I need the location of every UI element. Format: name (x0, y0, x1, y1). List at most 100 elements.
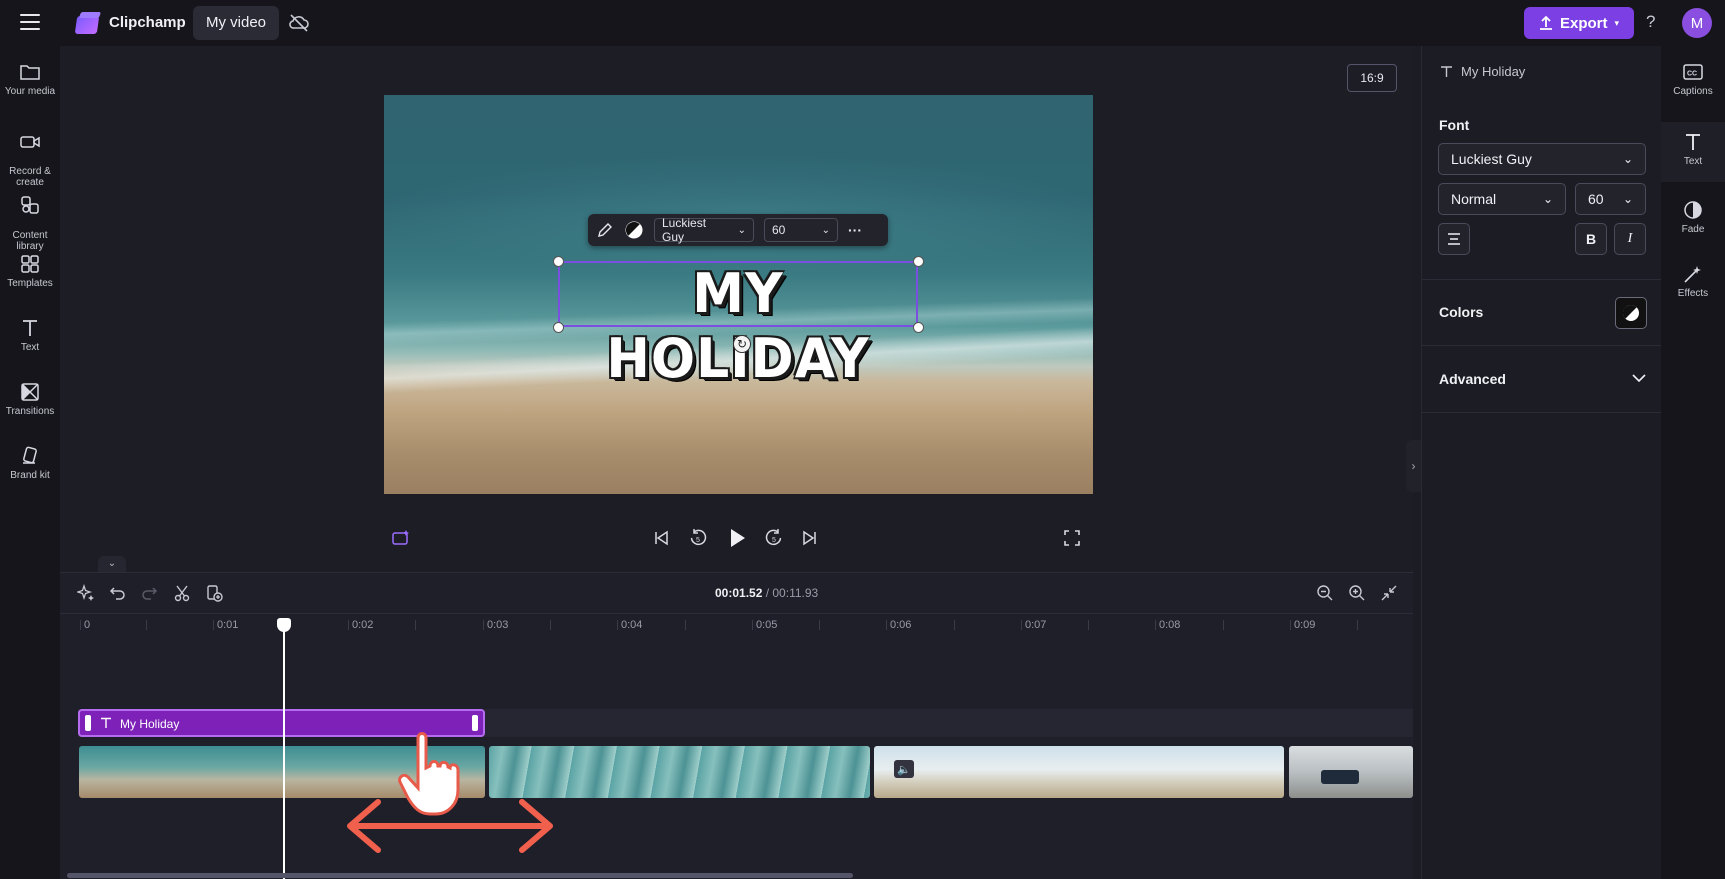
avatar[interactable]: M (1682, 8, 1712, 38)
font-family-select[interactable]: Luckiest Guy ⌄ (1438, 143, 1646, 175)
clipchamp-logo-icon (74, 12, 102, 34)
library-icon (21, 196, 39, 214)
ruler-tick (1155, 620, 1156, 630)
aspect-ratio-button[interactable]: 16:9 (1347, 64, 1397, 92)
chevron-down-icon: ▾ (1614, 17, 1620, 28)
resize-handle-top-right[interactable] (913, 256, 924, 267)
sidebar-item-templates[interactable]: Templates (0, 254, 60, 289)
tab-fade[interactable]: Fade (1661, 200, 1725, 250)
brand-icon (23, 446, 37, 464)
project-name-field[interactable]: My video (193, 6, 280, 40)
collapse-preview-button[interactable]: ⌄ (98, 556, 126, 572)
fit-timeline-icon[interactable] (1380, 584, 1398, 602)
timeline-scrollbar[interactable] (67, 873, 853, 878)
clipchamp-editor: Clipchamp My video Export ▾ ? M Your med… (0, 0, 1725, 879)
colors-section-label: Colors (1439, 304, 1484, 320)
section-divider (1422, 345, 1662, 346)
properties-panel: My Holiday Font Luckiest Guy ⌄ Normal ⌄ … (1421, 46, 1662, 879)
redo-icon[interactable] (140, 584, 158, 602)
font-style-select[interactable]: Normal ⌄ (1438, 183, 1566, 215)
ruler-tick (1021, 620, 1022, 630)
sidebar-item-label: Text (20, 342, 40, 353)
zoom-out-icon[interactable] (1316, 584, 1334, 602)
resize-handle-bottom-left[interactable] (553, 322, 564, 333)
video-clip-waves[interactable] (489, 746, 870, 798)
text-icon (101, 717, 111, 728)
ruler-tick (415, 620, 416, 630)
chevron-down-icon[interactable] (1632, 373, 1646, 383)
zoom-in-icon[interactable] (1348, 584, 1366, 602)
pencil-icon[interactable] (596, 221, 614, 239)
fullscreen-icon[interactable] (1063, 529, 1081, 547)
clip-trim-handle-right[interactable] (472, 715, 478, 731)
color-contrast-icon[interactable] (624, 220, 644, 240)
sidebar-item-record-create[interactable]: Record & create (0, 122, 60, 188)
magic-camera-icon[interactable] (391, 528, 411, 548)
help-icon[interactable]: ? (1646, 12, 1655, 32)
magic-sparkle-icon[interactable] (77, 584, 95, 602)
text-align-button[interactable] (1438, 223, 1470, 255)
clip-trim-handle-left[interactable] (85, 715, 91, 731)
font-size-select[interactable]: 60 ⌄ (1575, 183, 1646, 215)
time-ruler[interactable] (60, 613, 1413, 643)
collapse-right-panel-button[interactable]: › (1406, 440, 1421, 492)
menu-icon[interactable] (20, 14, 40, 30)
speaker-icon[interactable]: 🔈 (894, 760, 914, 778)
sidebar-item-content-library[interactable]: Content library (0, 184, 60, 252)
rotate-handle-icon[interactable]: ↻ (733, 335, 751, 353)
font-family-dropdown[interactable]: Luckiest Guy ⌄ (654, 216, 754, 244)
rewind-5s-icon[interactable]: 5 (688, 528, 708, 548)
undo-icon[interactable] (109, 584, 127, 602)
more-options-icon[interactable]: ··· (848, 222, 862, 238)
properties-title: My Holiday (1461, 64, 1526, 79)
export-button[interactable]: Export ▾ (1524, 7, 1634, 39)
video-clip-beach-horizon[interactable]: 🔈 (874, 746, 1284, 798)
sidebar-item-text[interactable]: Text (0, 318, 60, 353)
video-clip-car[interactable] (1289, 746, 1413, 798)
cloud-off-icon[interactable] (288, 13, 310, 33)
ruler-tick (146, 620, 147, 630)
tick-label: 0:05 (756, 619, 778, 631)
resize-handle-bottom-right[interactable] (913, 322, 924, 333)
svg-text:5: 5 (772, 537, 776, 544)
ruler-tick (954, 620, 955, 630)
split-scissors-icon[interactable] (173, 584, 191, 602)
upload-icon (1539, 15, 1552, 30)
font-section-label: Font (1439, 117, 1470, 133)
skip-forward-icon[interactable] (801, 529, 819, 547)
skip-back-icon[interactable] (652, 529, 670, 547)
sidebar-item-label: Your media (4, 86, 56, 97)
text-icon (23, 320, 37, 336)
tab-text[interactable]: Text (1661, 122, 1725, 182)
sidebar-item-your-media[interactable]: Your media (0, 62, 60, 97)
sidebar-item-label: Content library (12, 230, 48, 252)
tab-captions[interactable]: CC Captions (1661, 62, 1725, 112)
ruler-tick (1290, 620, 1291, 630)
ruler-tick (550, 620, 551, 630)
bold-button[interactable]: B (1575, 223, 1607, 255)
italic-button[interactable]: I (1614, 223, 1646, 255)
ruler-tick (886, 620, 887, 630)
text-overlay-selection[interactable]: MY HOLIDAY (558, 261, 918, 391)
font-size-value: 60 (1588, 191, 1604, 207)
playhead[interactable] (283, 624, 285, 879)
sidebar-item-brand-kit[interactable]: Brand kit (0, 446, 60, 481)
text-color-button[interactable] (1615, 297, 1647, 329)
sidebar-item-label: Transitions (5, 406, 55, 417)
export-label: Export (1559, 14, 1608, 32)
section-divider (1422, 279, 1662, 280)
font-size-dropdown[interactable]: 60 ⌄ (764, 218, 838, 242)
tab-effects[interactable]: Effects (1661, 264, 1725, 314)
ruler-tick (819, 620, 820, 630)
tab-label: Fade (1681, 224, 1705, 235)
add-media-icon[interactable] (205, 584, 223, 602)
play-icon[interactable] (727, 527, 747, 549)
resize-handle-top-left[interactable] (553, 256, 564, 267)
tick-label: 0 (84, 619, 91, 631)
font-style-value: Normal (1451, 191, 1497, 207)
ruler-tick (348, 620, 349, 630)
advanced-section-label[interactable]: Advanced (1439, 371, 1506, 387)
forward-5s-icon[interactable]: 5 (764, 528, 784, 548)
title-text[interactable]: MY HOLIDAY (560, 261, 916, 391)
sidebar-item-transitions[interactable]: Transitions (0, 382, 60, 417)
